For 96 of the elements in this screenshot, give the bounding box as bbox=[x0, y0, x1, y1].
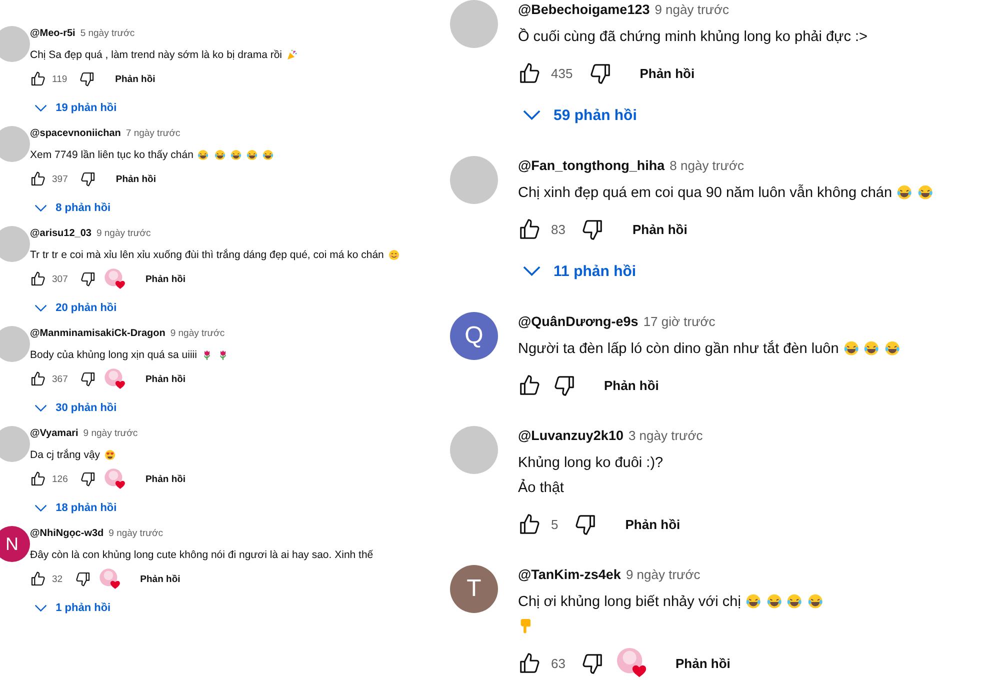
comment-time[interactable]: 9 ngày trước bbox=[96, 226, 151, 242]
comment-text: Da cj trắng vậy bbox=[30, 449, 100, 461]
thumbs-down-icon[interactable] bbox=[553, 374, 576, 396]
author-name[interactable]: @QuânDương-e9s bbox=[518, 312, 638, 332]
view-replies-button[interactable]: 8 phản hồi bbox=[30, 196, 111, 220]
comment-text: Tr tr tr e coi mà xỉu lên xỉu xuống đùi thì trắng dáng đẹp qué, coi má ko chán bbox=[30, 249, 384, 261]
like-count: 63 bbox=[551, 656, 566, 670]
thumbs-down-icon[interactable] bbox=[80, 171, 96, 187]
thumbs-up-icon[interactable] bbox=[30, 571, 46, 587]
thumbs-down-icon[interactable] bbox=[74, 571, 91, 587]
author-name[interactable]: @ManminamisakiCk-Dragon bbox=[30, 326, 166, 342]
comment-time[interactable]: 5 ngày trước bbox=[80, 26, 135, 42]
thumbs-down-icon[interactable] bbox=[79, 71, 96, 87]
chevron-down-icon bbox=[34, 204, 48, 212]
view-replies-button[interactable]: 11 phản hồi bbox=[518, 255, 636, 287]
reply-button[interactable]: Phản hồi bbox=[600, 376, 663, 394]
author-name[interactable]: @Meo-r5i bbox=[30, 26, 76, 42]
thumbs-up-icon[interactable] bbox=[30, 471, 46, 487]
comment-time[interactable]: 9 ngày trước bbox=[108, 526, 163, 542]
reply-button[interactable]: Phản hồi bbox=[136, 572, 184, 586]
thumbs-up-icon[interactable] bbox=[30, 371, 46, 387]
avatar[interactable]: Q bbox=[450, 312, 498, 360]
comment-time[interactable]: 3 ngày trước bbox=[628, 426, 703, 446]
view-replies-button[interactable]: 19 phản hồi bbox=[30, 96, 117, 120]
reply-button[interactable]: Phản hồi bbox=[111, 72, 160, 86]
chevron-down-icon bbox=[34, 104, 48, 112]
view-replies-button[interactable]: 18 phản hồi bbox=[30, 496, 117, 520]
thumbs-up-icon[interactable] bbox=[30, 271, 46, 287]
avatar[interactable]: N bbox=[0, 526, 30, 562]
chevron-down-icon bbox=[34, 404, 48, 412]
like-count: 119 bbox=[52, 74, 68, 84]
comment-time[interactable]: 9 ngày trước bbox=[170, 326, 225, 342]
reply-button[interactable]: Phản hồi bbox=[628, 220, 692, 238]
view-replies-button[interactable]: 1 phản hồi bbox=[30, 596, 111, 620]
reply-button[interactable]: Phản hồi bbox=[672, 654, 734, 672]
reply-button[interactable]: Phản hồi bbox=[112, 172, 160, 186]
chevron-down-icon bbox=[522, 109, 542, 121]
reply-button[interactable]: Phản hồi bbox=[141, 372, 190, 386]
avatar[interactable]: T bbox=[450, 565, 498, 613]
comment-text: Body của khủng long xịn quá sa uiiii bbox=[30, 349, 197, 361]
thumbs-down-icon[interactable] bbox=[581, 652, 604, 674]
like-count: 435 bbox=[551, 66, 573, 80]
comment-time[interactable]: 7 ngày trước bbox=[126, 126, 180, 142]
comment-text: Xem 7749 lần liên tục ko thấy chán bbox=[30, 149, 194, 161]
chevron-down-icon bbox=[34, 504, 48, 512]
thumbs-down-icon[interactable] bbox=[574, 512, 598, 536]
author-name[interactable]: @Fan_tongthong_hiha bbox=[518, 156, 665, 176]
comment-text: Chị ơi khủng long biết nhảy với chị bbox=[518, 594, 741, 610]
comment-time[interactable]: 17 giờ trước bbox=[643, 312, 716, 332]
comment-time[interactable]: 9 ngày trước bbox=[83, 426, 138, 442]
comment-text: Chị Sa đẹp quá , làm trend này sớm là ko bị drama rồi bbox=[30, 49, 282, 61]
view-replies-button[interactable]: 30 phản hồi bbox=[30, 396, 117, 420]
view-replies-button[interactable]: 59 phản hồi bbox=[518, 99, 637, 131]
reply-button[interactable]: Phản hồi bbox=[141, 472, 190, 486]
like-count: 367 bbox=[52, 374, 68, 384]
thumbs-up-icon[interactable] bbox=[30, 171, 46, 187]
like-count: 397 bbox=[52, 174, 68, 184]
reply-button[interactable]: Phản hồi bbox=[636, 64, 699, 82]
comment-text: Đây còn là con khủng long cute không nói đi ngươi là ai hay sao. Xinh thế bbox=[30, 549, 374, 561]
thumbs-down-icon[interactable] bbox=[80, 271, 96, 287]
comment-time[interactable]: 9 ngày trước bbox=[654, 0, 730, 20]
author-name[interactable]: @Bebechoigame123 bbox=[518, 0, 650, 20]
like-count: 5 bbox=[551, 516, 558, 532]
like-count: 307 bbox=[52, 274, 68, 284]
like-count: 32 bbox=[52, 574, 63, 584]
comment-text: Người ta đèn lấp ló còn dino gần như tắt đèn luôn bbox=[518, 340, 839, 356]
chevron-down-icon bbox=[34, 604, 48, 612]
thumbs-up-icon[interactable] bbox=[518, 218, 541, 240]
thumbs-up-icon[interactable] bbox=[518, 512, 541, 536]
thumbs-up-icon[interactable] bbox=[518, 62, 541, 84]
chevron-down-icon bbox=[34, 304, 48, 312]
comment-time[interactable]: 8 ngày trước bbox=[670, 156, 744, 176]
comment-text: Khủng long ko đuôi :)? bbox=[518, 454, 664, 470]
comment-text: Ồ cuối cùng đã chứng minh khủng long ko phải đực :> bbox=[518, 28, 868, 44]
view-replies-button[interactable]: 20 phản hồi bbox=[30, 296, 117, 320]
like-count: 126 bbox=[52, 474, 68, 484]
thumbs-up-icon[interactable] bbox=[518, 374, 541, 396]
author-name[interactable]: @NhiNgọc-w3d bbox=[30, 526, 104, 542]
thumbs-down-icon[interactable] bbox=[80, 471, 96, 487]
chevron-down-icon bbox=[522, 265, 542, 277]
author-name[interactable]: @TanKim-zs4ek bbox=[518, 565, 621, 585]
thumbs-down-icon[interactable] bbox=[581, 218, 604, 240]
comment-time[interactable]: 9 ngày trước bbox=[626, 565, 700, 585]
author-name[interactable]: @Luvanzuy2k10 bbox=[518, 426, 624, 446]
author-name[interactable]: @Vyamari bbox=[30, 426, 78, 442]
author-name[interactable]: @spacevnoniichan bbox=[30, 126, 121, 142]
reply-button[interactable]: Phản hồi bbox=[621, 514, 684, 534]
thumbs-down-icon[interactable] bbox=[588, 62, 612, 84]
thumbs-down-icon[interactable] bbox=[80, 371, 96, 387]
reply-button[interactable]: Phản hồi bbox=[141, 272, 190, 286]
thumbs-up-icon[interactable] bbox=[518, 652, 541, 674]
author-name[interactable]: @arisu12_03 bbox=[30, 226, 92, 242]
thumbs-up-icon[interactable] bbox=[30, 71, 46, 87]
comment-text: Chị xinh đẹp quá em coi qua 90 năm luôn vẫn không chán bbox=[518, 184, 892, 200]
comment-text: Ảo thật bbox=[518, 480, 564, 496]
like-count: 83 bbox=[551, 222, 566, 236]
